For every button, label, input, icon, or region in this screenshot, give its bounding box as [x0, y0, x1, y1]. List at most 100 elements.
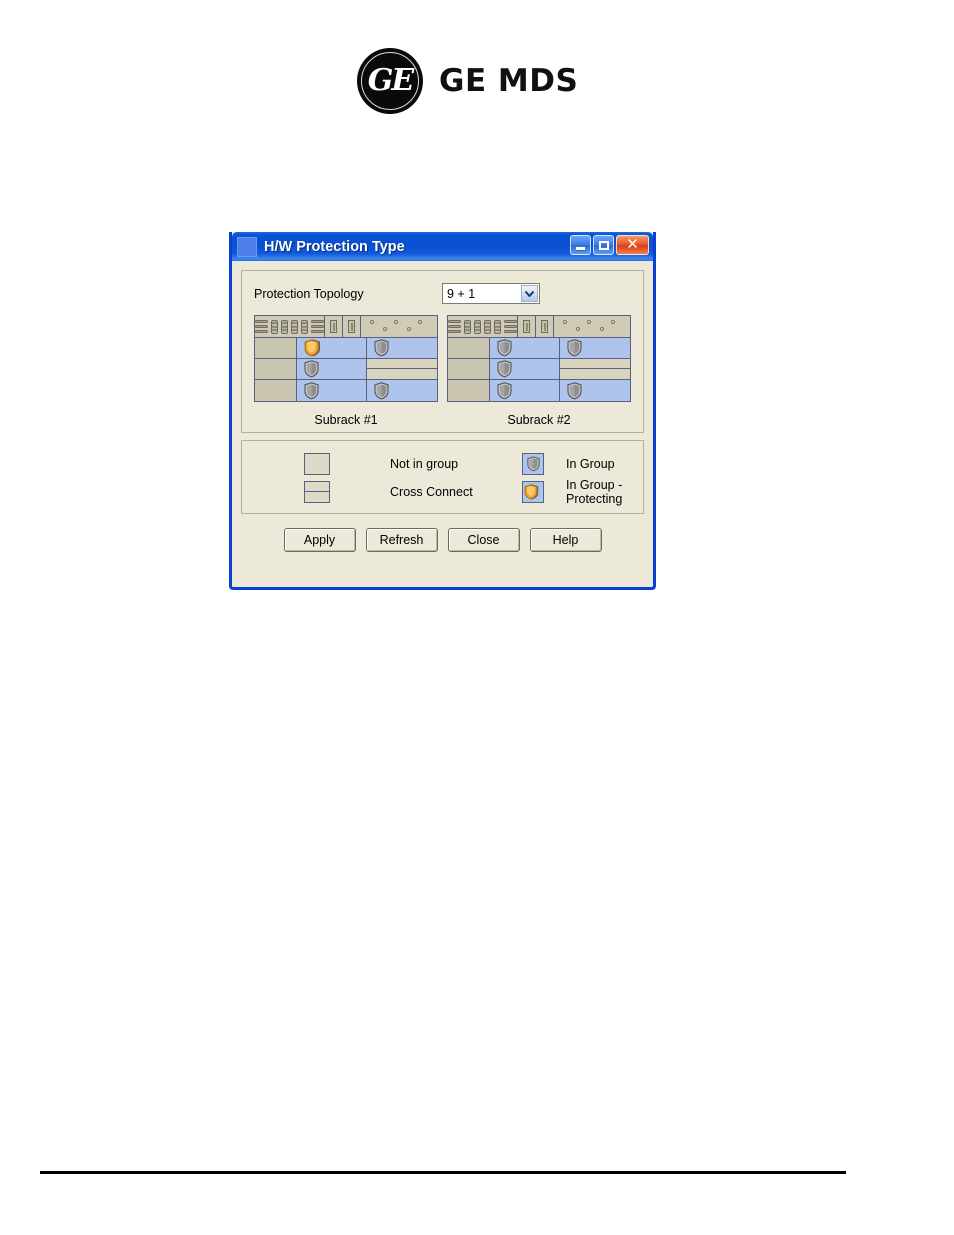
window-controls: ✕ — [570, 235, 649, 255]
refresh-button[interactable]: Refresh — [365, 528, 438, 552]
legend-label-in-group: In Group — [566, 457, 615, 471]
slot-chip-icon — [523, 320, 530, 333]
legend-panel: Not in group In Group Cross Connect In G… — [241, 440, 644, 514]
module-cap-icon — [271, 319, 278, 334]
vent-hole-icon — [611, 320, 615, 324]
vent-hole-icon — [563, 320, 567, 324]
vent-hole-icon — [587, 320, 591, 324]
maximize-icon — [598, 240, 609, 250]
cross-connect-lower — [367, 369, 437, 379]
slot-cell[interactable] — [297, 359, 367, 379]
topology-row: Protection Topology 9 + 1 — [254, 283, 631, 304]
slot-cell[interactable] — [255, 359, 297, 379]
slot-cell-cross-connect[interactable] — [560, 359, 630, 379]
shield-icon — [522, 453, 544, 475]
shield-icon — [304, 360, 319, 378]
slot-cell[interactable] — [560, 338, 630, 358]
module-cap-icon — [494, 319, 501, 334]
shield-protecting-icon — [304, 339, 324, 357]
disc-stack-icon — [311, 320, 324, 333]
subrack-row — [255, 380, 437, 401]
cross-connect-upper — [367, 359, 437, 369]
slot-cell[interactable] — [297, 380, 367, 401]
slot-cell[interactable] — [367, 380, 437, 401]
vent-hole-icon — [418, 320, 422, 324]
help-button[interactable]: Help — [529, 528, 602, 552]
subracks-container: Subrack #1 Subrack #2 — [254, 315, 631, 427]
maximize-button[interactable] — [593, 235, 614, 255]
close-button[interactable]: Close — [447, 528, 520, 552]
subrack-row — [448, 338, 630, 359]
subrack-row — [448, 359, 630, 380]
slot-chip-icon — [330, 320, 337, 333]
dialog-button-bar: Apply Refresh Close Help — [241, 528, 644, 552]
disc-stack-icon — [504, 320, 517, 333]
window-icon — [237, 236, 257, 257]
slot-cell[interactable] — [448, 338, 490, 358]
shield-icon — [497, 339, 512, 357]
slot-cell[interactable] — [297, 338, 367, 358]
protection-topology-value: 9 + 1 — [447, 286, 476, 301]
dialog-title: H/W Protection Type — [264, 238, 405, 255]
slot-chip-icon — [348, 320, 355, 333]
slot-cell-cross-connect[interactable] — [367, 359, 437, 379]
dialog-body: Protection Topology 9 + 1 Subrack #1 Sub… — [232, 261, 653, 552]
vent-hole-icon — [394, 320, 398, 324]
shield-icon — [497, 360, 512, 378]
vent-hole-icon — [600, 327, 604, 331]
legend-swatch-in-group — [522, 453, 566, 475]
module-cap-icon — [291, 319, 298, 334]
monogram-text: GE — [367, 63, 415, 98]
shield-icon — [567, 339, 582, 357]
legend-label-in-group-protecting: In Group - Protecting — [566, 478, 623, 506]
apply-button[interactable]: Apply — [283, 528, 356, 552]
subrack-row — [255, 359, 437, 380]
slot-cell[interactable] — [490, 380, 560, 401]
subrack-2: Subrack #2 — [447, 315, 631, 427]
slot-cell[interactable] — [448, 380, 490, 401]
minimize-icon — [576, 247, 585, 250]
slot-cell[interactable] — [490, 338, 560, 358]
shield-icon — [497, 381, 512, 400]
slot-cell[interactable] — [255, 338, 297, 358]
module-cap-icon — [474, 319, 481, 334]
slot-cell[interactable] — [448, 359, 490, 379]
close-icon: ✕ — [626, 235, 639, 253]
protection-topology-select[interactable]: 9 + 1 — [442, 283, 540, 304]
module-cap-icon — [281, 319, 288, 334]
slot-cell[interactable] — [560, 380, 630, 401]
vent-hole-icon — [370, 320, 374, 324]
close-window-button[interactable]: ✕ — [616, 235, 649, 255]
slot-cell[interactable] — [490, 359, 560, 379]
subrack-2-caption: Subrack #2 — [507, 413, 571, 427]
vent-panel-segment — [554, 316, 630, 337]
slot-chip-icon — [541, 320, 548, 333]
module-cap-icon — [301, 319, 308, 334]
shield-icon — [374, 381, 389, 400]
vent-hole-icon — [407, 327, 411, 331]
slot-cell[interactable] — [255, 380, 297, 401]
split-box-icon — [304, 481, 330, 503]
subrack-2-grid — [448, 338, 630, 401]
subrack-row — [448, 380, 630, 401]
plain-box-icon — [304, 453, 330, 475]
protection-topology-label: Protection Topology — [254, 286, 364, 301]
shield-icon — [374, 339, 389, 357]
module-cap-icon — [484, 319, 491, 334]
subrack-2-rack — [447, 315, 631, 402]
minimize-button[interactable] — [570, 235, 591, 255]
topbar-slot-segment — [536, 316, 554, 337]
legend-swatch-cross-connect — [304, 481, 390, 503]
legend-label-cross-connect: Cross Connect — [390, 485, 473, 499]
fan-tray-segment — [255, 316, 325, 337]
vent-panel-segment — [361, 316, 437, 337]
module-cap-icon — [464, 319, 471, 334]
subrack-1-caption: Subrack #1 — [314, 413, 378, 427]
hw-protection-type-dialog: H/W Protection Type ✕ Protection Topolog… — [229, 232, 656, 590]
legend-swatch-not-in-group — [304, 453, 390, 475]
chevron-down-icon[interactable] — [521, 285, 538, 302]
cross-connect-upper — [560, 359, 630, 369]
dialog-titlebar[interactable]: H/W Protection Type ✕ — [232, 232, 653, 261]
slot-cell[interactable] — [367, 338, 437, 358]
subrack-1-grid — [255, 338, 437, 401]
